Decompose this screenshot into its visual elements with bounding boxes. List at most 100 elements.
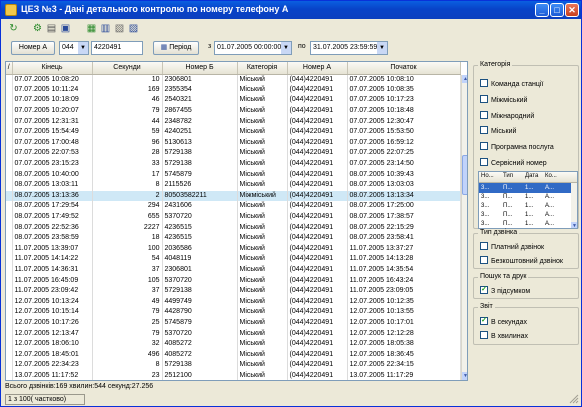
- table-row[interactable]: 12.07.2005 18:06:10 32 4085272 Міський (044)…: [6, 338, 461, 350]
- table-row[interactable]: 07.07.2005 10:20:07 79 2867455 Міський (044)…: [6, 105, 461, 117]
- category-checkbox-station[interactable]: Команда станції: [480, 79, 543, 90]
- to-date-input[interactable]: 31.07.2005 23:59:59 ▼: [310, 41, 388, 55]
- maximize-button[interactable]: □: [550, 3, 564, 17]
- column-header-category[interactable]: Категорія: [237, 62, 288, 75]
- checkbox-box: [480, 158, 488, 167]
- cell-end: 07.07.2005 22:07:53: [12, 148, 93, 159]
- table-row[interactable]: 07.07.2005 10:18:09 46 2540321 Міський (044)…: [6, 95, 461, 106]
- table-row[interactable]: 12.07.2005 10:17:26 25 5745879 Міський (044)…: [6, 317, 461, 329]
- mini-column-header[interactable]: Дата: [525, 173, 538, 179]
- code-select[interactable]: 044 ▼: [59, 41, 89, 55]
- table-row[interactable]: 12.07.2005 10:15:14 79 4428790 Міський (044)…: [6, 307, 461, 318]
- cell-start: 13.07.2005 11:17:29: [347, 370, 461, 380]
- table-row[interactable]: 07.07.2005 10:11:24 169 2355354 Міський (044…: [6, 84, 461, 96]
- mini-table-row[interactable]: 3... П... 1... А...: [479, 219, 571, 228]
- table-row[interactable]: 11.07.2005 23:09:42 37 5729138 Міський (044)…: [6, 285, 461, 297]
- column-header-number-a[interactable]: Номер А: [287, 62, 348, 75]
- category-checkbox-intercity[interactable]: Міжміський: [480, 95, 527, 106]
- cell-number-a: (044)4220491: [287, 349, 348, 361]
- period-button[interactable]: ▦ Період: [153, 41, 199, 55]
- resize-grip-icon[interactable]: [569, 394, 579, 404]
- column-header-seconds[interactable]: Секунди: [92, 62, 163, 75]
- table-row[interactable]: 07.07.2005 12:31:31 44 2348782 Міський (044)…: [6, 116, 461, 127]
- cell-category: Міський: [237, 370, 288, 380]
- call-type-checkbox-free[interactable]: Безкоштовний дзвінок: [480, 256, 563, 267]
- table-row[interactable]: 08.07.2005 23:58:59 18 4236515 Міський (044)…: [6, 232, 461, 244]
- table-row[interactable]: 08.07.2005 17:49:52 655 5370720 Міський (044…: [6, 211, 461, 223]
- cell-seconds: 28: [92, 148, 163, 159]
- print-icon[interactable]: ▤: [45, 22, 58, 35]
- category-checkbox-international[interactable]: Міжнародний: [480, 111, 534, 122]
- mini-column-header[interactable]: Тип: [503, 173, 513, 179]
- table-row[interactable]: 07.07.2005 15:54:49 59 4240251 Міський (044)…: [6, 126, 461, 138]
- cell-category: Міський: [237, 338, 288, 350]
- phone-input[interactable]: 4220491: [91, 41, 143, 55]
- table-row[interactable]: 11.07.2005 13:39:07 100 2036586 Міський (044…: [6, 243, 461, 255]
- mini-scrollbar[interactable]: ▼: [571, 183, 577, 228]
- category-checkbox-service[interactable]: Сервісний номер: [480, 158, 547, 169]
- cell-number-b: 4085272: [162, 338, 238, 350]
- table-row[interactable]: 08.07.2005 13:13:36 2 80503582211 Міжміськи…: [6, 190, 461, 202]
- cell-start: 07.07.2005 10:17:23: [347, 95, 461, 106]
- report-minutes-checkbox[interactable]: В хвилинах: [480, 331, 528, 342]
- chevron-down-icon: ▼: [281, 42, 291, 54]
- cell-number-b: 2540321: [162, 95, 238, 106]
- title-bar[interactable]: ЦЕЗ №3 - Дані детального контролю по ном…: [1, 1, 581, 19]
- resize-grip-graphic: [569, 394, 579, 404]
- period-label: Період: [169, 44, 192, 51]
- number-a-button[interactable]: Номер А: [11, 41, 55, 55]
- table-row[interactable]: 08.07.2005 22:52:36 2227 4236515 Міський (04…: [6, 222, 461, 233]
- table-row[interactable]: 12.07.2005 12:13:47 79 5370720 Міський (044)…: [6, 328, 461, 339]
- save-icon[interactable]: ▣: [59, 22, 72, 35]
- settings-icon[interactable]: ⚙: [31, 22, 44, 35]
- category-checkbox-local[interactable]: Міський: [480, 126, 517, 137]
- table-row[interactable]: 11.07.2005 16:45:09 105 5370720 Міський (044…: [6, 275, 461, 286]
- table-row[interactable]: 07.07.2005 10:08:20 10 2306801 Міський (044)…: [6, 74, 461, 85]
- scroll-thumb[interactable]: [462, 155, 467, 195]
- column-header-end[interactable]: Кінець: [12, 62, 93, 75]
- cell-category: Міський: [237, 232, 288, 244]
- chart-icon[interactable]: ▧: [113, 22, 126, 35]
- category-checkbox-program[interactable]: Програмна послуга: [480, 142, 554, 153]
- column-header-number-b[interactable]: Номер Б: [162, 62, 238, 75]
- call-type-checkbox-paid[interactable]: Платний дзвінок: [480, 242, 544, 253]
- table-scrollbar[interactable]: ▲ ▼: [461, 75, 467, 380]
- report-icon[interactable]: ▥: [99, 22, 112, 35]
- minimize-button[interactable]: _: [535, 3, 549, 17]
- close-button[interactable]: ✕: [565, 3, 579, 17]
- scroll-up-icon[interactable]: ▲: [462, 75, 467, 83]
- report-seconds-checkbox[interactable]: ✓ В секундах: [480, 317, 527, 328]
- table-row[interactable]: 08.07.2005 17:29:54 294 2431606 Міський (044…: [6, 201, 461, 212]
- table-row[interactable]: 12.07.2005 22:34:23 8 5729138 Міський (044)4…: [6, 360, 461, 371]
- cell-number-a: (044)4220491: [287, 360, 348, 371]
- table-row[interactable]: 07.07.2005 23:15:23 33 5729138 Міський (044)…: [6, 158, 461, 170]
- table-row[interactable]: 07.07.2005 22:07:53 28 5729138 Міський (044)…: [6, 148, 461, 159]
- scroll-down-icon[interactable]: ▼: [462, 372, 467, 380]
- from-date-input[interactable]: 01.07.2005 00:00:00 ▼: [214, 41, 292, 55]
- cell-number-a: (044)4220491: [287, 328, 348, 339]
- checkbox-label: Міський: [491, 128, 517, 135]
- from-label: з: [208, 43, 212, 50]
- column-header-start[interactable]: Початок: [347, 62, 461, 75]
- cell-number-a: (044)4220491: [287, 95, 348, 106]
- check-icon: ✓: [480, 317, 488, 326]
- cell-end: 07.07.2005 23:15:23: [12, 158, 93, 170]
- table-row[interactable]: 12.07.2005 18:45:01 496 4085272 Міський (044…: [6, 349, 461, 361]
- cell-end: 07.07.2005 10:08:20: [12, 74, 93, 85]
- users-icon[interactable]: ▨: [127, 22, 140, 35]
- excel-icon[interactable]: ▦: [85, 22, 98, 35]
- table-row[interactable]: 11.07.2005 14:36:31 37 2306801 Міський (044)…: [6, 264, 461, 276]
- table-row[interactable]: 07.07.2005 17:00:48 96 5130613 Міський (044)…: [6, 137, 461, 149]
- cell-end: 12.07.2005 10:17:26: [12, 317, 93, 329]
- table-row[interactable]: 12.07.2005 10:13:24 49 4499749 Міський (044)…: [6, 296, 461, 308]
- scroll-down-icon[interactable]: ▼: [571, 222, 577, 228]
- with-total-checkbox[interactable]: ✓ З підсумком: [480, 286, 530, 297]
- refresh-icon[interactable]: ↻: [7, 22, 20, 35]
- mini-column-header[interactable]: Ко...: [545, 173, 557, 179]
- table-row[interactable]: 08.07.2005 13:03:11 8 2115526 Міський (044)4…: [6, 179, 461, 191]
- mini-column-header[interactable]: Но...: [481, 173, 494, 179]
- table-row[interactable]: 08.07.2005 10:40:00 17 5745879 Міський (044)…: [6, 169, 461, 180]
- table-row[interactable]: 11.07.2005 14:14:22 54 4048119 Міський (044)…: [6, 254, 461, 265]
- cell-number-a: (044)4220491: [287, 211, 348, 223]
- table-row[interactable]: 13.07.2005 11:17:52 23 2512100 Міський (044)…: [6, 370, 461, 380]
